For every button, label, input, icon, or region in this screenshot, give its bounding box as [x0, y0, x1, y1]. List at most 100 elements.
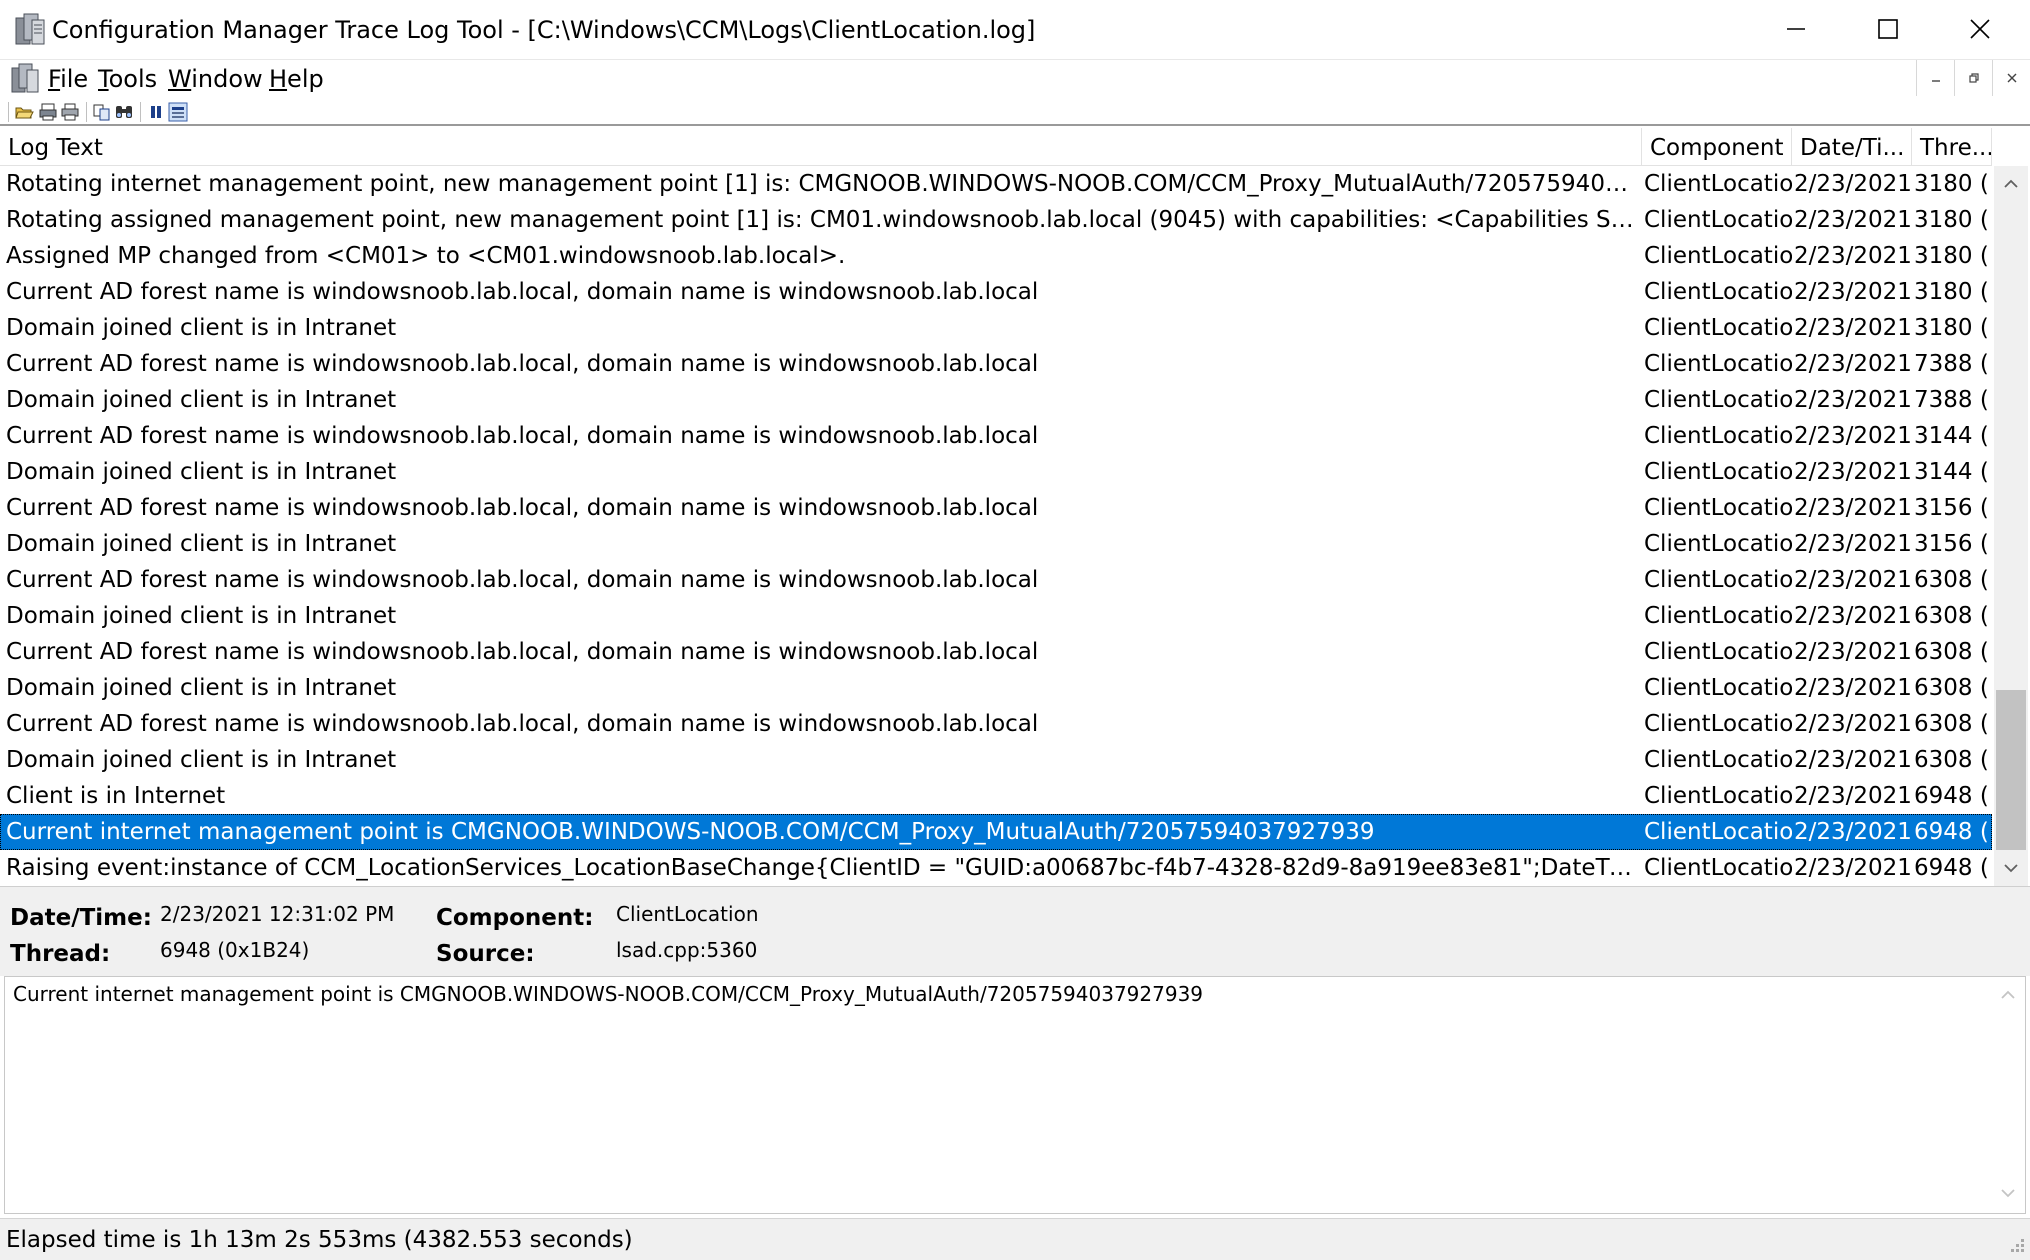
log-row[interactable]: Domain joined client is in Intranet Clien… [0, 454, 1992, 490]
mdi-minimize-button[interactable] [1916, 60, 1954, 96]
log-row-text: Domain joined client is in Intranet [6, 675, 397, 701]
log-row[interactable]: Current AD forest name is windowsnoob.la… [0, 634, 1992, 670]
toolbar [0, 98, 2030, 126]
log-row-component: ClientLocation [1644, 423, 1792, 449]
log-row[interactable]: Rotating assigned management point, new … [0, 202, 1992, 238]
message-scroll-down-button[interactable] [1991, 1177, 2025, 1211]
log-row-text: Domain joined client is in Intranet [6, 387, 397, 413]
log-row[interactable]: Domain joined client is in Intranet Clien… [0, 526, 1992, 562]
log-row[interactable]: Domain joined client is in Intranet Clien… [0, 598, 1992, 634]
log-row-component: ClientLocation [1644, 567, 1792, 593]
log-row-thread: 6948 (0 [1914, 855, 1990, 881]
log-row-thread: 6308 (0 [1914, 639, 1990, 665]
copy-icon[interactable] [92, 102, 112, 122]
mdi-close-button[interactable] [1992, 60, 2030, 96]
log-row-text: Rotating assigned management point, new … [6, 207, 1638, 233]
menu-tools[interactable]: Tools [98, 64, 157, 94]
mdi-restore-button[interactable] [1954, 60, 1992, 96]
log-row-date: 2/23/2021 [1794, 711, 1912, 737]
log-row-component: ClientLocation [1644, 315, 1792, 341]
log-row-component: ClientLocation [1644, 387, 1792, 413]
log-row-component: ClientLocation [1644, 819, 1792, 845]
log-row[interactable]: Current AD forest name is windowsnoob.la… [0, 346, 1992, 382]
minimize-button[interactable] [1750, 0, 1842, 58]
log-row-component: ClientLocation [1644, 675, 1792, 701]
log-row-date: 2/23/2021 [1794, 855, 1912, 881]
log-row[interactable]: Current AD forest name is windowsnoob.la… [0, 490, 1992, 526]
toolbar-separator [140, 102, 141, 122]
close-button[interactable] [1934, 0, 2026, 58]
log-row-thread: 6308 (0 [1914, 711, 1990, 737]
source-label: Source: [436, 941, 535, 967]
log-row[interactable]: Assigned MP changed from <CM01> to <CM01… [0, 238, 1992, 274]
log-row-component: ClientLocation [1644, 243, 1792, 269]
log-row[interactable]: Current AD forest name is windowsnoob.la… [0, 274, 1992, 310]
print-icon[interactable] [60, 102, 80, 122]
log-message-pane[interactable]: Current internet management point is CMG… [4, 976, 2026, 1214]
log-row-text: Current AD forest name is windowsnoob.la… [6, 279, 1039, 305]
log-row-thread: 6948 (0 [1914, 783, 1990, 809]
maximize-icon [1878, 19, 1898, 39]
chevron-up-icon [2001, 990, 2015, 999]
log-row[interactable]: Current internet management point is CMG… [0, 814, 1992, 850]
log-row[interactable]: Client is in Internet ClientLocation 2/23/… [0, 778, 1992, 814]
log-row-component: ClientLocation [1644, 639, 1792, 665]
log-row[interactable]: Current AD forest name is windowsnoob.la… [0, 706, 1992, 742]
log-row-date: 2/23/2021 [1794, 783, 1912, 809]
log-row-date: 2/23/2021 [1794, 603, 1912, 629]
log-message-text: Current internet management point is CMG… [13, 982, 1204, 1006]
column-header-datetime[interactable]: Date/Ti... [1792, 128, 1912, 166]
column-header-log-text[interactable]: Log Text [0, 128, 1642, 166]
print-preview-icon[interactable] [38, 102, 58, 122]
scroll-up-button[interactable] [1994, 166, 2028, 200]
log-row[interactable]: Domain joined client is in Intranet Clien… [0, 670, 1992, 706]
mdi-minimize-icon [1931, 80, 1940, 82]
log-list-scrollbar[interactable] [1994, 166, 2028, 886]
maximize-button[interactable] [1842, 0, 1934, 58]
log-row-component: ClientLocation [1644, 495, 1792, 521]
log-row[interactable]: Domain joined client is in Intranet Clien… [0, 382, 1992, 418]
chevron-down-icon [2004, 864, 2018, 873]
pause-icon[interactable] [146, 102, 166, 122]
log-row-thread: 6308 (0 [1914, 675, 1990, 701]
resize-grip-icon[interactable] [2004, 1234, 2026, 1256]
log-row-text: Current internet management point is CMG… [6, 819, 1375, 845]
log-list-header: Log Text Component Date/Ti... Thre... [0, 128, 1992, 166]
scroll-down-button[interactable] [1994, 852, 2028, 886]
highlight-icon[interactable] [168, 102, 188, 122]
log-row[interactable]: Current AD forest name is windowsnoob.la… [0, 562, 1992, 598]
message-scroll-up-button[interactable] [1991, 977, 2025, 1011]
thread-label: Thread: [10, 941, 111, 967]
column-header-thread[interactable]: Thre... [1912, 128, 1992, 166]
log-row-text: Domain joined client is in Intranet [6, 603, 397, 629]
find-icon[interactable] [114, 102, 134, 122]
log-row-date: 2/23/2021 [1794, 207, 1912, 233]
log-row[interactable]: Current AD forest name is windowsnoob.la… [0, 418, 1992, 454]
open-icon[interactable] [14, 102, 34, 122]
menu-window[interactable]: Window [168, 64, 263, 94]
scroll-thumb[interactable] [1996, 690, 2026, 850]
log-row-thread: 3180 (0 [1914, 279, 1990, 305]
column-header-component[interactable]: Component [1642, 128, 1792, 166]
message-scrollbar[interactable] [1991, 977, 2025, 1213]
toolbar-separator [86, 102, 87, 122]
log-row-text: Rotating internet management point, new … [6, 171, 1638, 197]
elapsed-time-text: Elapsed time is 1h 13m 2s 553ms (4382.55… [6, 1227, 633, 1253]
log-row[interactable]: Rotating internet management point, new … [0, 166, 1992, 202]
log-row-thread: 3180 (0 [1914, 171, 1990, 197]
log-row-date: 2/23/2021 [1794, 747, 1912, 773]
log-row-component: ClientLocation [1644, 603, 1792, 629]
log-row-component: ClientLocation [1644, 747, 1792, 773]
log-row-date: 2/23/2021 [1794, 279, 1912, 305]
title-bar[interactable]: Configuration Manager Trace Log Tool - [… [0, 0, 2030, 60]
menu-file[interactable]: File [48, 64, 88, 94]
log-row[interactable]: Raising event:instance of CCM_LocationSe… [0, 850, 1992, 886]
log-row-date: 2/23/2021 [1794, 819, 1912, 845]
log-row-thread: 3180 (0 [1914, 207, 1990, 233]
entry-details: Date/Time: 2/23/2021 12:31:02 PM Compone… [0, 886, 2030, 976]
document-window-icon[interactable] [10, 62, 40, 94]
log-row[interactable]: Domain joined client is in Intranet Clien… [0, 310, 1992, 346]
menu-help[interactable]: Help [269, 64, 324, 94]
log-row[interactable]: Domain joined client is in Intranet Clien… [0, 742, 1992, 778]
window-title: Configuration Manager Trace Log Tool - [… [52, 16, 1036, 44]
